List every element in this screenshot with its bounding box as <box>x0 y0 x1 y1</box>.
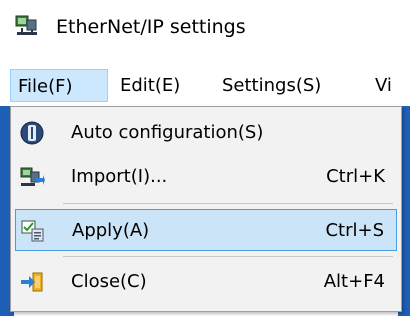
menu-edit[interactable]: Edit(E) <box>113 69 209 102</box>
menu-file[interactable]: File(F) <box>10 69 108 102</box>
menu-view[interactable]: Vi <box>368 69 410 102</box>
close-arrow-icon <box>21 272 43 292</box>
menu-item-shortcut: Ctrl+K <box>326 166 385 187</box>
auto-configuration-icon <box>20 121 44 145</box>
menu-item-shortcut: Alt+F4 <box>323 271 385 292</box>
network-computer-icon <box>15 15 37 35</box>
window-title: EtherNet/IP settings <box>56 16 246 38</box>
menu-item-label: Close(C) <box>71 271 147 292</box>
menu-item-apply[interactable]: Apply(A) Ctrl+S <box>15 209 397 251</box>
menu-item-label: Import(I)... <box>71 166 168 187</box>
menu-item-import[interactable]: Import(I)... Ctrl+K <box>15 156 397 198</box>
apply-icon <box>21 220 44 242</box>
menu-item-auto-configuration[interactable]: Auto configuration(S) <box>15 112 397 154</box>
menu-item-label: Auto configuration(S) <box>71 122 264 143</box>
menu-item-close[interactable]: Close(C) Alt+F4 <box>15 261 397 303</box>
title-bar: EtherNet/IP settings <box>0 0 410 66</box>
menu-settings[interactable]: Settings(S) <box>215 69 362 102</box>
menu-separator <box>63 256 393 257</box>
menu-bar: File(F) Edit(E) Settings(S) Vi <box>10 66 410 106</box>
menu-separator <box>63 203 393 204</box>
menu-item-label: Apply(A) <box>72 220 150 241</box>
menu-item-shortcut: Ctrl+S <box>325 220 384 241</box>
import-icon <box>20 167 45 186</box>
file-menu-dropdown: Auto configuration(S) Import(I)... Ctrl+… <box>10 106 402 312</box>
